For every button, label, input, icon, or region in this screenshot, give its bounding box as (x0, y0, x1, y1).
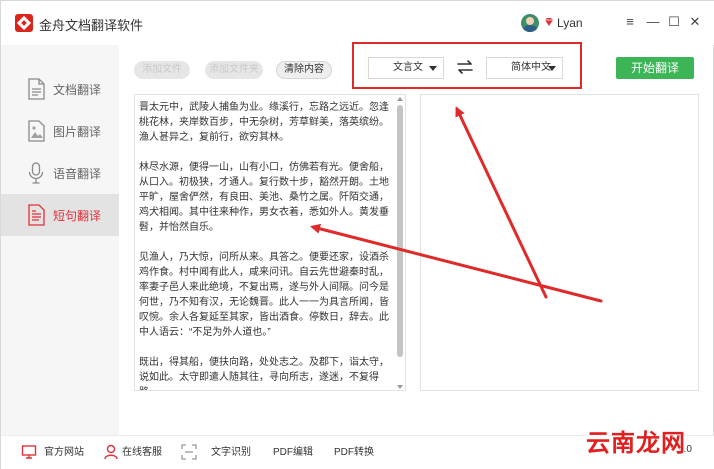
scroll-thumb[interactable] (397, 105, 403, 357)
user-avatar[interactable] (521, 14, 539, 32)
close-button[interactable]: ✕ (686, 13, 704, 31)
vertical-scrollbar[interactable] (396, 97, 404, 389)
monitor-icon (21, 445, 37, 459)
sidebar: 文档翻译 图片翻译 语音翻译 短句翻译 (1, 45, 119, 435)
sidebar-item-label: 文档翻译 (53, 83, 102, 97)
menu-button[interactable]: ≡ (621, 13, 639, 31)
image-icon (28, 120, 45, 142)
source-paragraph: 晋太元中，武陵人捕鱼为业。缘溪行，忘路之远近。忽逢桃花林，夹岸数百步，中无杂树，… (139, 102, 389, 143)
pdf-convert-link[interactable]: PDF转换 (334, 445, 374, 461)
sidebar-item-label: 图片翻译 (53, 125, 102, 139)
official-site-link[interactable]: 官方网站 (44, 445, 84, 461)
sidebar-item-label: 短句翻译 (53, 209, 102, 223)
clear-content-button[interactable]: 清除内容 (276, 61, 332, 79)
start-translate-button[interactable]: 开始翻译 (616, 57, 694, 79)
app-window: 金舟文档翻译软件 Lyan ≡ — ☐ ✕ 文档翻译 图片翻译 语音翻译 短句翻… (0, 0, 714, 469)
document-icon (28, 78, 45, 100)
maximize-button[interactable]: ☐ (665, 13, 683, 31)
minimize-button[interactable]: — (644, 13, 662, 31)
watermark-logo: 云南龙网 (586, 431, 686, 457)
add-file-button[interactable]: 添加文件 (134, 61, 190, 79)
title-bar: 金舟文档翻译软件 Lyan ≡ — ☐ ✕ (1, 1, 714, 45)
pdf-edit-link[interactable]: PDF编辑 (273, 445, 313, 461)
sentence-doc-icon (28, 204, 45, 226)
annotation-highlight-box (352, 42, 582, 89)
scroll-up-arrow-icon[interactable] (397, 97, 403, 101)
source-text-content: 晋太元中，武陵人捕鱼为业。缘溪行，忘路之远近。忽逢桃花林，夹岸数百步，中无杂树，… (139, 100, 391, 390)
app-title: 金舟文档翻译软件 (39, 18, 144, 33)
app-logo-icon (15, 14, 33, 32)
source-paragraph: 林尽水源，便得一山，山有小口，仿佛若有光。便舍船，从口入。初极狭，才通人。复行数… (139, 162, 389, 233)
source-paragraph: 既出，得其船，便扶向路，处处志之。及郡下，诣太守，说如此。太守即遣人随其往，寻向… (139, 357, 389, 390)
ocr-link[interactable]: 文字识别 (211, 445, 251, 461)
online-support-link[interactable]: 在线客服 (122, 445, 162, 461)
vip-diamond-icon (545, 18, 553, 26)
source-paragraph: 见渔人，乃大惊，问所从来。具答之。便要还家，设酒杀鸡作食。村中闻有此人，咸来问讯… (139, 252, 389, 338)
sidebar-item-image-translate[interactable]: 图片翻译 (1, 110, 119, 152)
sidebar-item-voice-translate[interactable]: 语音翻译 (1, 152, 119, 194)
scroll-down-arrow-icon[interactable] (397, 385, 403, 389)
support-agent-icon (104, 444, 118, 460)
ocr-scan-icon (181, 444, 197, 460)
add-folder-button[interactable]: 添加文件夹 (205, 61, 263, 79)
sidebar-item-sentence-translate[interactable]: 短句翻译 (1, 194, 119, 236)
source-text-area[interactable]: 晋太元中，武陵人捕鱼为业。缘溪行，忘路之远近。忽逢桃花林，夹岸数百步，中无杂树，… (134, 94, 406, 391)
sidebar-item-label: 语音翻译 (53, 167, 102, 181)
microphone-icon (28, 162, 44, 184)
target-text-area[interactable] (420, 94, 699, 391)
username[interactable]: Lyan (557, 16, 583, 30)
sidebar-item-document-translate[interactable]: 文档翻译 (1, 68, 119, 110)
